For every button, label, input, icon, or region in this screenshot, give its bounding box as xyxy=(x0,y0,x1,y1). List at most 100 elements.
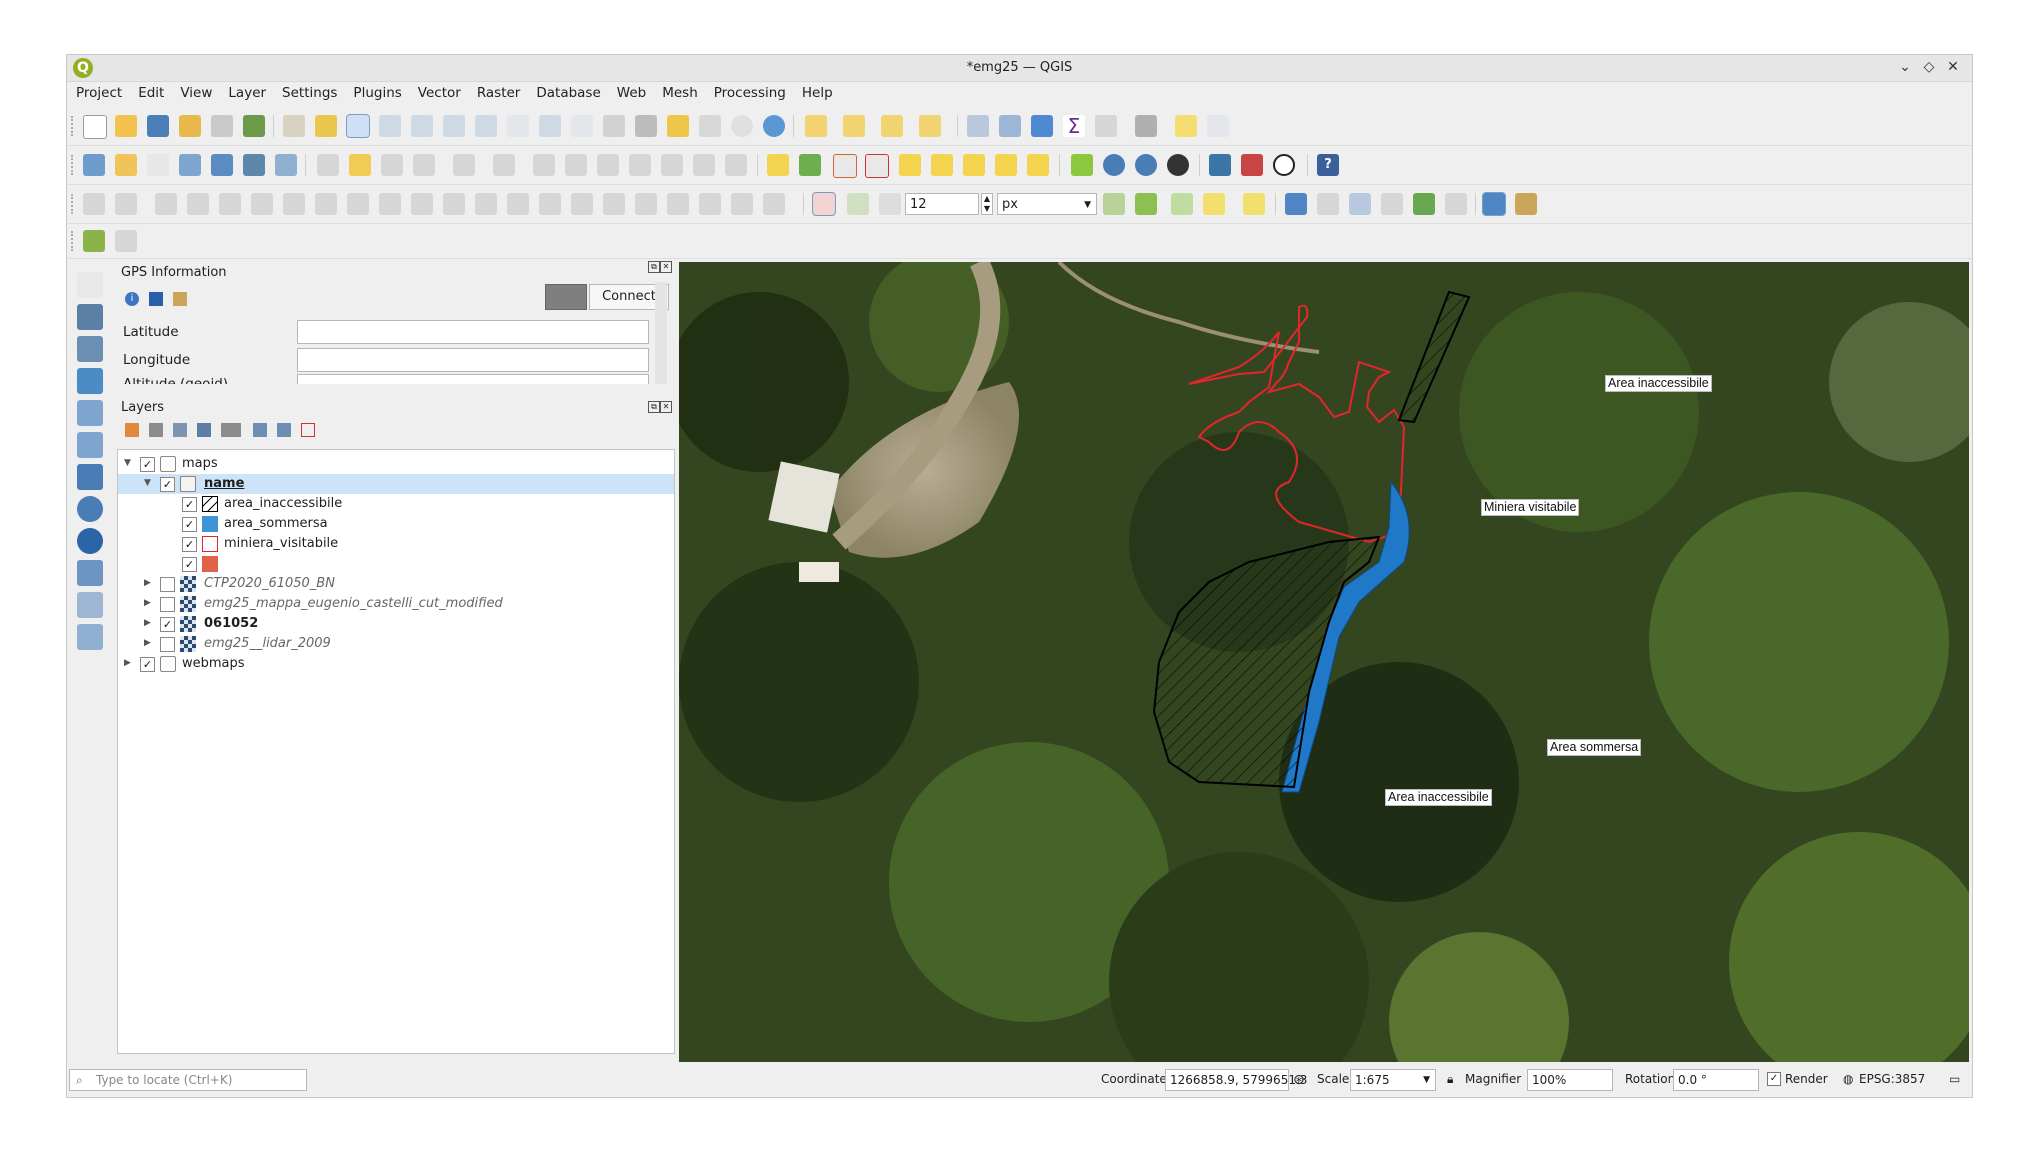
adv-digitize-17-icon[interactable] xyxy=(603,193,625,215)
adv-digitize-5-icon[interactable] xyxy=(219,193,241,215)
zoom-layer-icon[interactable] xyxy=(475,115,497,137)
info-toggle-icon[interactable] xyxy=(1482,192,1506,216)
plugin-globe-icon[interactable] xyxy=(1103,154,1125,176)
layer-checkbox[interactable] xyxy=(160,597,175,612)
move-label-icon[interactable] xyxy=(899,154,921,176)
new-map-view-icon[interactable] xyxy=(603,115,625,137)
layer-checkbox[interactable]: ✓ xyxy=(160,477,175,492)
collapse-arrow-icon[interactable]: ▼ xyxy=(124,458,131,468)
zoom-native-icon[interactable] xyxy=(507,115,529,137)
gps-scrollbar[interactable] xyxy=(655,282,667,384)
add-wcs-icon[interactable] xyxy=(77,560,103,586)
plugin-disabled-icon[interactable] xyxy=(1445,193,1467,215)
locator-search-input[interactable]: ⌕ Type to locate (Ctrl+K) xyxy=(69,1069,307,1091)
expand-arrow-icon[interactable]: ▶ xyxy=(144,598,151,608)
plugin-disabled-2-icon[interactable] xyxy=(115,230,137,252)
menu-layer[interactable]: Layer xyxy=(219,82,273,104)
add-delimited-text-icon[interactable] xyxy=(179,154,201,176)
help-icon[interactable]: ? xyxy=(1317,154,1339,176)
menu-view[interactable]: View xyxy=(171,82,219,104)
layer-checkbox[interactable]: ✓ xyxy=(140,457,155,472)
snapping-mode-icon[interactable] xyxy=(847,193,869,215)
layers-close-icon[interactable]: ✕ xyxy=(660,401,672,413)
add-group-icon[interactable] xyxy=(149,423,163,437)
measure-angle-icon[interactable] xyxy=(1381,193,1403,215)
plugin-hammer-icon[interactable] xyxy=(83,230,105,252)
layer-checkbox[interactable]: ✓ xyxy=(182,517,197,532)
collapse-arrow-icon[interactable]: ▼ xyxy=(144,478,151,488)
clock-plugin-icon[interactable] xyxy=(1273,154,1295,176)
adv-digitize-22-icon[interactable] xyxy=(763,193,785,215)
add-vector-layer-icon[interactable] xyxy=(147,154,169,176)
self-snapping-icon[interactable] xyxy=(1243,193,1265,215)
remove-layer-icon[interactable] xyxy=(301,423,315,437)
processing-toolbox-icon[interactable] xyxy=(1031,115,1053,137)
adv-digitize-16-icon[interactable] xyxy=(571,193,593,215)
scale-field[interactable]: 1:675 ▼ xyxy=(1350,1069,1436,1091)
adv-digitize-15-icon[interactable] xyxy=(539,193,561,215)
zoom-next-icon[interactable] xyxy=(571,115,593,137)
add-wms-icon[interactable] xyxy=(77,496,103,522)
zoom-full-icon[interactable] xyxy=(411,115,433,137)
deselect-icon[interactable] xyxy=(881,115,903,137)
toggle-editing-pencil-icon[interactable] xyxy=(349,154,371,176)
open-project-icon[interactable] xyxy=(115,115,137,137)
measure-icon[interactable] xyxy=(1135,115,1157,137)
new-3d-view-icon[interactable] xyxy=(635,115,657,137)
identify-icon[interactable] xyxy=(967,115,989,137)
menu-raster[interactable]: Raster xyxy=(468,82,528,104)
add-mesh-icon[interactable] xyxy=(275,154,297,176)
messages-icon[interactable]: ▭ xyxy=(1949,1072,1960,1086)
snapping-unit-select[interactable]: px ▼ xyxy=(997,193,1097,215)
statistics-sigma-icon[interactable]: Σ xyxy=(1063,115,1085,137)
menu-database[interactable]: Database xyxy=(527,82,607,104)
map-tips-icon[interactable] xyxy=(1175,115,1197,137)
coordinate-field[interactable]: 1266858.9, 5799651.3 xyxy=(1165,1069,1307,1091)
adv-digitize-21-icon[interactable] xyxy=(731,193,753,215)
add-postgis-icon[interactable] xyxy=(211,154,233,176)
style-layer-icon[interactable] xyxy=(125,423,139,437)
layer-checkbox[interactable]: ✓ xyxy=(182,537,197,552)
layer-row-webmaps[interactable]: ▶ ✓ webmaps xyxy=(118,654,674,674)
save-edits-icon[interactable] xyxy=(381,154,403,176)
zoom-in-icon[interactable] xyxy=(346,114,370,138)
menu-plugins[interactable]: Plugins xyxy=(344,82,408,104)
menu-web[interactable]: Web xyxy=(608,82,653,104)
diagram-label-icon[interactable] xyxy=(1027,154,1049,176)
add-virtual-icon[interactable] xyxy=(77,592,103,618)
vertex-tool-icon[interactable] xyxy=(493,154,515,176)
select-location-icon[interactable] xyxy=(919,115,941,137)
cut-icon[interactable] xyxy=(597,154,619,176)
altitude-field[interactable] xyxy=(297,374,649,384)
label-properties-icon[interactable] xyxy=(995,154,1017,176)
menu-project[interactable]: Project xyxy=(67,82,129,104)
add-delimited-icon[interactable] xyxy=(77,368,103,394)
add-raster-layer-icon[interactable] xyxy=(77,304,103,330)
topological-editing-icon[interactable] xyxy=(1103,193,1125,215)
add-polygon-icon[interactable] xyxy=(453,154,475,176)
menu-settings[interactable]: Settings xyxy=(273,82,344,104)
zoom-out-icon[interactable] xyxy=(379,115,401,137)
add-vector-icon[interactable] xyxy=(77,272,103,298)
adv-digitize-10-icon[interactable] xyxy=(379,193,401,215)
digitize-line-icon[interactable] xyxy=(413,154,435,176)
layer-row-name[interactable]: ▼ ✓ name xyxy=(118,474,674,494)
menu-processing[interactable]: Processing xyxy=(705,82,793,104)
crs-globe-icon[interactable]: ◍ xyxy=(1843,1072,1853,1086)
expand-arrow-icon[interactable]: ▶ xyxy=(144,618,151,628)
adv-digitize-14-icon[interactable] xyxy=(507,193,529,215)
python-console-icon[interactable] xyxy=(1209,154,1231,176)
modify-attributes-icon[interactable] xyxy=(533,154,555,176)
new-shapefile-icon[interactable] xyxy=(77,624,103,650)
annotation-move-icon[interactable] xyxy=(1317,193,1339,215)
georeferencer-icon[interactable] xyxy=(1071,154,1093,176)
avoid-overlap-icon[interactable] xyxy=(1135,193,1157,215)
show-bookmarks-icon[interactable] xyxy=(699,115,721,137)
menu-help[interactable]: Help xyxy=(793,82,840,104)
pan-hand-icon[interactable] xyxy=(283,115,305,137)
filter-legend-icon[interactable] xyxy=(197,423,211,437)
change-label-icon[interactable] xyxy=(963,154,985,176)
adv-digitize-12-icon[interactable] xyxy=(443,193,465,215)
bookmark-icon[interactable] xyxy=(667,115,689,137)
layer-checkbox[interactable] xyxy=(160,637,175,652)
